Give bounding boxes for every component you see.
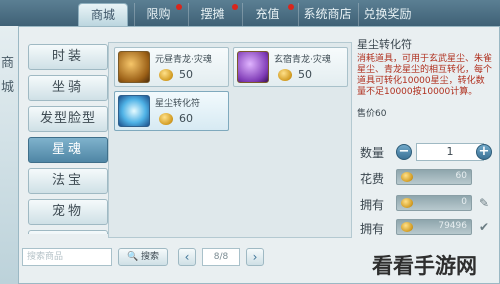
gold-coin-icon (401, 172, 413, 182)
search-input[interactable]: 搜索商品 (22, 248, 112, 266)
item-price: 50 (298, 68, 312, 81)
tab-recharge[interactable]: 充值 (242, 3, 294, 26)
tab-recharge-label: 充值 (255, 7, 280, 21)
owned-label-2: 拥有 (360, 222, 385, 236)
cost-value: 60 (396, 169, 472, 185)
decrease-button[interactable]: − (396, 144, 412, 160)
category-vehicle[interactable]: 座驾 (28, 230, 108, 234)
chevron-left-icon: ‹ (184, 250, 190, 264)
gold-constellation-icon (118, 51, 150, 83)
watermark: 看看手游网 (372, 254, 477, 278)
violet-constellation-icon (237, 51, 269, 83)
item-name: 星尘转化符 (155, 99, 201, 109)
owned-value: 0 (396, 195, 472, 211)
notification-dot-icon (232, 4, 238, 10)
search-button[interactable]: 🔍 搜索 (118, 248, 168, 266)
detail-description: 消耗道具，可用于玄武星尘、朱雀星尘、青龙星尘的相互转化，每个道具可转化10000… (357, 54, 493, 97)
item-name: 元昼青龙·灾魂 (155, 55, 212, 65)
chevron-right-icon: › (252, 250, 258, 264)
next-page-button[interactable]: › (246, 248, 264, 266)
tab-stall-label: 摆摊 (200, 7, 225, 21)
strip-char: 商 (1, 56, 15, 71)
page-indicator: 8/8 (202, 248, 240, 266)
strip-char: 城 (1, 80, 15, 95)
owned-amount: 0 (461, 197, 467, 207)
left-title-strip: 商 城 (0, 26, 18, 284)
quantity-label: 数量 (360, 146, 385, 160)
item-card[interactable]: 元昼青龙·灾魂 50 (114, 47, 229, 87)
category-magic-weapon[interactable]: 法宝 (28, 168, 108, 194)
prev-page-button[interactable]: ‹ (178, 248, 196, 266)
tab-stall[interactable]: 摆摊 (188, 3, 238, 26)
brush-icon[interactable]: ✎ (476, 196, 492, 210)
increase-button[interactable]: + (476, 144, 492, 160)
tab-shop[interactable]: 商城 (78, 3, 128, 26)
search-button-label: 搜索 (141, 252, 160, 262)
detail-sell-price: 售价60 (357, 109, 387, 119)
tab-limited-label: 限购 (146, 7, 171, 21)
item-name: 玄宿青龙·灾魂 (274, 55, 331, 65)
gold-coin-icon (278, 69, 292, 81)
cost-label: 花费 (360, 172, 385, 186)
owned-label: 拥有 (360, 198, 385, 212)
gold-coin-icon (159, 69, 173, 81)
category-hair-face[interactable]: 发型脸型 (28, 106, 108, 132)
cost-amount: 60 (455, 171, 467, 181)
gold-coin-icon (159, 113, 173, 125)
owned-amount-2: 79496 (438, 221, 467, 231)
gold-coin-icon (401, 198, 413, 208)
search-icon: 🔍 (126, 252, 139, 262)
detail-title: 星尘转化符 (357, 38, 412, 51)
owned-value-2: 79496 (396, 219, 472, 235)
top-tab-bar: 商城 限购 摆摊 充值 系统商店 兑换奖励 (0, 0, 500, 26)
blue-talisman-icon (118, 95, 150, 127)
item-detail: 星尘转化符 消耗道具，可用于玄武星尘、朱雀星尘、青龙星尘的相互转化，每个道具可转… (355, 36, 495, 136)
item-grid: 元昼青龙·灾魂 50 玄宿青龙·灾魂 50 星尘转化符 60 (108, 42, 352, 238)
category-pet[interactable]: 宠物 (28, 199, 108, 225)
category-mount[interactable]: 坐骑 (28, 75, 108, 101)
tab-system-store[interactable]: 系统商店 (298, 3, 356, 26)
notification-dot-icon (288, 4, 294, 10)
quantity-input[interactable]: 1 (416, 143, 484, 161)
item-card[interactable]: 玄宿青龙·灾魂 50 (233, 47, 348, 87)
item-card-selected[interactable]: 星尘转化符 60 (114, 91, 229, 131)
check-icon[interactable]: ✔ (476, 220, 492, 234)
tab-exchange[interactable]: 兑换奖励 (358, 3, 416, 26)
category-star-soul[interactable]: 星魂 (28, 137, 108, 163)
gold-coin-icon (401, 222, 413, 232)
category-fashion[interactable]: 时装 (28, 44, 108, 70)
item-price: 60 (179, 112, 193, 125)
notification-dot-icon (176, 4, 182, 10)
tab-limited[interactable]: 限购 (134, 3, 182, 26)
category-list: 时装 坐骑 发型脸型 星魂 法宝 宠物 座驾 (22, 44, 110, 234)
item-price: 50 (179, 68, 193, 81)
